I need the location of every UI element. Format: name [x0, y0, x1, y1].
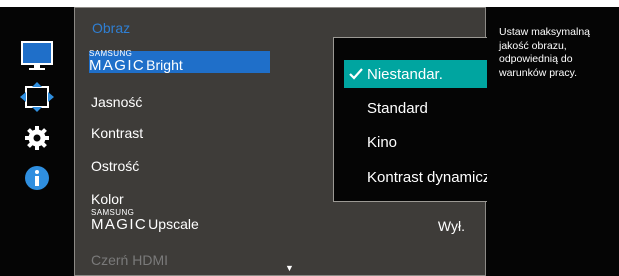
magic-logo: SAMSUNG MAGIC	[91, 208, 148, 233]
magic-logo: SAMSUNG MAGIC	[89, 49, 146, 74]
menu-item-magic-bright[interactable]: SAMSUNG MAGIC Bright	[89, 49, 270, 74]
menu-item-label: Kontrast	[91, 125, 144, 141]
menu-item-brightness[interactable]: Jasność	[91, 88, 269, 110]
menu-title: Obraz	[92, 20, 131, 36]
menu-item-label: Ostrość	[91, 158, 140, 174]
option-label: Kino	[367, 133, 398, 151]
menu-item-color[interactable]: Kolor	[91, 185, 269, 207]
help-panel: Ustaw maksymalną jakość obrazu, odpowied…	[487, 7, 619, 276]
menu-item-label: Bright	[146, 57, 183, 73]
menu-item-label: Jasność	[91, 94, 143, 110]
menu-item-magic-upscale[interactable]: SAMSUNG MAGIC Upscale	[91, 208, 471, 233]
help-text: Ustaw maksymalną jakość obrazu, odpowied…	[499, 26, 591, 79]
option-label: Kontrast dynamiczny	[367, 168, 507, 186]
info-icon	[25, 166, 49, 190]
gear-icon	[25, 126, 49, 150]
osd-menu: Obraz SAMSUNG MAGIC Bright Jasność Kontr…	[0, 7, 619, 276]
rail-item-position[interactable]	[0, 76, 74, 118]
menu-item-hdmi-black[interactable]: Czerń HDMI	[91, 246, 269, 268]
rail-item-information[interactable]	[0, 157, 74, 199]
scroll-down-icon[interactable]: ▼	[285, 263, 294, 273]
monitor-icon	[21, 41, 53, 70]
option-label: Niestandar.	[367, 65, 443, 83]
menu-item-label: Czerń HDMI	[91, 252, 169, 268]
upscale-value: Wył.	[437, 218, 465, 234]
rail-item-settings[interactable]	[0, 117, 74, 159]
menu-item-sharpness[interactable]: Ostrość	[91, 152, 269, 174]
menu-item-label: Upscale	[148, 216, 199, 232]
checkmark-icon	[344, 68, 367, 80]
rail-item-picture[interactable]	[0, 35, 74, 77]
resize-arrows-icon	[20, 82, 54, 112]
option-label: Standard	[367, 99, 428, 117]
menu-item-contrast[interactable]: Kontrast	[91, 119, 269, 141]
picture-menu: Obraz SAMSUNG MAGIC Bright Jasność Kontr…	[74, 7, 548, 276]
category-rail	[0, 7, 74, 276]
menu-item-label: Kolor	[91, 191, 124, 207]
